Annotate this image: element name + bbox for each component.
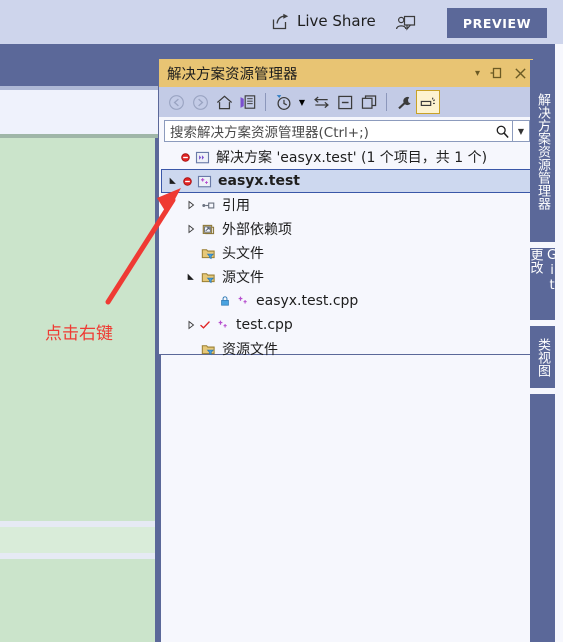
filter-folder-icon	[198, 246, 218, 261]
send-feedback-icon[interactable]	[395, 13, 417, 33]
home-icon[interactable]	[212, 90, 236, 114]
forward-button[interactable]	[188, 90, 212, 114]
live-share-button[interactable]: Live Share	[272, 12, 376, 30]
vertical-tab-gap	[530, 388, 555, 394]
top-command-bar: Live Share PREVIEW	[0, 0, 563, 44]
filter-folder-icon	[198, 342, 218, 357]
solution-icon	[192, 150, 212, 165]
cpp-project-icon	[194, 174, 214, 189]
tab-class-view[interactable]: 类视图	[530, 326, 555, 388]
tab-git-changes[interactable]: Git 更改	[528, 248, 560, 320]
switch-views-icon[interactable]	[236, 90, 260, 114]
references-node[interactable]: 引用	[160, 193, 532, 217]
vertical-tab-label: Git 更改	[527, 248, 560, 293]
error-dot	[180, 176, 194, 187]
expand-triangle-icon[interactable]	[184, 200, 198, 210]
tree-item-label: test.cpp	[236, 317, 293, 333]
solution-explorer-panel: 解决方案资源管理器 ▾ ▼ 搜索解决方案资源管理器(Ctrl+;) ▼ 解决方案…	[158, 58, 534, 358]
error-dot	[178, 152, 192, 163]
share-arrow-icon	[272, 13, 290, 30]
wrench-icon[interactable]	[392, 90, 416, 114]
tree-item-label: 资源文件	[222, 342, 278, 358]
source-files-folder[interactable]: 源文件	[160, 265, 532, 289]
tree-item-label: easyx.test.cpp	[256, 293, 359, 309]
search-dropdown-button[interactable]: ▼	[512, 121, 529, 141]
tree-item-label: 外部依赖项	[222, 222, 292, 238]
tab-solution-explorer[interactable]: 解决方案资源管理器	[530, 60, 555, 242]
solution-explorer-titlebar[interactable]: 解决方案资源管理器 ▾	[159, 59, 533, 87]
collapse-triangle-icon[interactable]	[166, 176, 180, 186]
close-window-button[interactable]	[514, 67, 527, 80]
toolbar-separator-2	[386, 93, 387, 111]
lock-icon	[218, 295, 232, 307]
show-all-files-icon[interactable]	[357, 90, 381, 114]
window-right-edge	[555, 44, 563, 642]
tree-item-label: 解决方案 'easyx.test' (1 个项目，共 1 个)	[216, 150, 488, 166]
collapse-triangle-icon[interactable]	[184, 272, 198, 282]
auto-hide-pin-button[interactable]	[490, 66, 504, 80]
tree-item-label: 引用	[222, 198, 250, 214]
chevron-down-icon[interactable]: ▼	[295, 90, 309, 114]
external-dependencies-icon	[198, 222, 218, 237]
file-easyx-test-cpp[interactable]: easyx.test.cpp	[160, 289, 532, 313]
vertical-tab-label: 类视图	[535, 337, 550, 377]
panel-title: 解决方案资源管理器	[167, 66, 298, 83]
toolbar-separator	[265, 93, 266, 111]
sync-arrows-icon[interactable]	[309, 90, 333, 114]
project-easyx-test[interactable]: easyx.test	[161, 169, 531, 193]
tree-item-label: 头文件	[222, 246, 264, 262]
expand-triangle-icon[interactable]	[184, 224, 198, 234]
file-test-cpp[interactable]: test.cpp	[160, 313, 532, 337]
external-dependencies-node[interactable]: 外部依赖项	[160, 217, 532, 241]
solution-explorer-toolbar: ▼	[159, 87, 533, 117]
header-files-folder[interactable]: 头文件	[160, 241, 532, 265]
cpp-file-icon	[232, 294, 252, 309]
search-input[interactable]: 搜索解决方案资源管理器(Ctrl+;) ▼	[164, 120, 530, 142]
preview-button[interactable]: PREVIEW	[447, 8, 547, 38]
solution-root[interactable]: 解决方案 'easyx.test' (1 个项目，共 1 个)	[160, 145, 532, 169]
collapse-all-icon[interactable]	[333, 90, 357, 114]
editor-tabstrip-band	[0, 90, 170, 134]
filter-folder-icon	[198, 270, 218, 285]
search-placeholder: 搜索解决方案资源管理器(Ctrl+;)	[170, 125, 369, 141]
editor-surface-bottom	[0, 559, 170, 642]
magnifier-icon[interactable]	[492, 124, 512, 139]
editor-highlight-band	[0, 527, 170, 553]
clock-filter-icon[interactable]	[271, 90, 295, 114]
checkmark-icon	[198, 319, 212, 331]
window-buttons: ▾	[475, 59, 527, 87]
preview-pane-icon[interactable]	[416, 90, 440, 114]
cpp-file-icon	[212, 318, 232, 333]
references-icon	[198, 198, 218, 213]
expand-triangle-icon[interactable]	[184, 320, 198, 330]
preview-label: PREVIEW	[462, 15, 532, 31]
annotation-text: 点击右键	[45, 324, 113, 344]
window-dropdown-button[interactable]: ▾	[475, 68, 480, 79]
live-share-label: Live Share	[297, 12, 376, 30]
back-button[interactable]	[164, 90, 188, 114]
solution-tree: 解决方案 'easyx.test' (1 个项目，共 1 个) easyx.tes…	[160, 145, 532, 358]
vertical-tab-label: 解决方案资源管理器	[535, 92, 550, 210]
tree-item-label: easyx.test	[218, 173, 300, 189]
tree-item-label: 源文件	[222, 270, 264, 286]
resource-files-folder[interactable]: 资源文件	[160, 337, 532, 361]
